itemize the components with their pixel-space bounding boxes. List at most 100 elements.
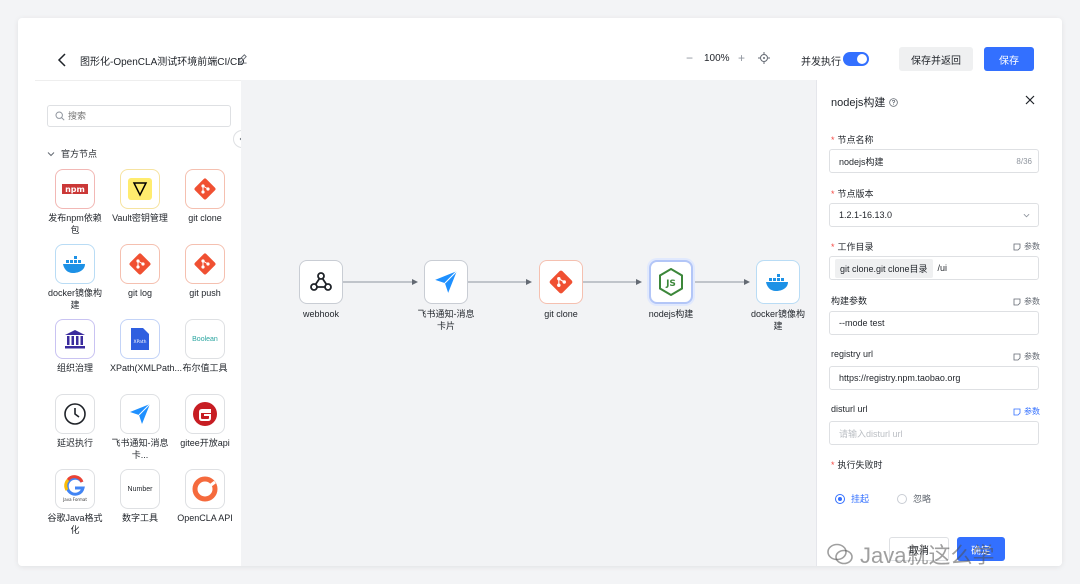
panel-title: nodejs构建 xyxy=(831,94,899,110)
version-select[interactable]: 1.2.1-16.13.0 xyxy=(829,203,1039,227)
panel-title-text: nodejs构建 xyxy=(831,97,886,109)
registry-value: https://registry.npm.taobao.org xyxy=(839,373,961,383)
radio-ignore-label[interactable]: 忽略 xyxy=(913,492,931,505)
tile-label: gitee开放api xyxy=(180,438,230,448)
registry-label: registry url xyxy=(831,349,874,359)
node-tile[interactable]: Number 数字工具 xyxy=(110,469,170,524)
node-tile[interactable]: Boolean 布尔值工具 xyxy=(175,319,235,374)
svg-text:JS: JS xyxy=(665,279,676,289)
zoom-out-button[interactable]: − xyxy=(686,51,693,65)
flow-node-feishu[interactable]: 飞书通知-消息卡片 xyxy=(416,260,476,332)
build-args-input[interactable]: --mode test xyxy=(829,311,1039,335)
search-box[interactable] xyxy=(47,105,231,127)
node-tile[interactable]: npm 发布npm依赖包 xyxy=(45,169,105,236)
flow-node-git-clone[interactable]: git clone xyxy=(531,260,591,320)
node-tile[interactable]: git clone xyxy=(175,169,235,224)
node-tile[interactable]: git push xyxy=(175,244,235,299)
search-icon xyxy=(55,111,65,121)
flow-canvas[interactable]: webhook 飞书通知-消息卡片 git clone JS nodejs构建 … xyxy=(241,80,816,566)
node-tile[interactable]: docker镜像构建 xyxy=(45,244,105,311)
section-official-nodes[interactable]: 官方节点 xyxy=(47,147,97,160)
chevron-down-icon xyxy=(47,151,55,156)
git-icon xyxy=(539,260,583,304)
disturl-param-link[interactable]: 参数 xyxy=(1013,406,1040,417)
disturl-label: disturl url xyxy=(831,404,868,414)
version-label: * 节点版本 xyxy=(831,189,874,199)
node-tile[interactable]: 飞书通知-消息卡... xyxy=(110,394,170,461)
page-title: 图形化-OpenCLA测试环境前端CI/CD xyxy=(80,57,245,68)
number-icon: Number xyxy=(120,469,160,509)
flow-node-webhook[interactable]: webhook xyxy=(291,260,351,320)
edit-pencil-icon[interactable] xyxy=(237,53,248,64)
vault-icon xyxy=(120,169,160,209)
chevron-down-icon xyxy=(1023,213,1030,217)
tile-label: Vault密钥管理 xyxy=(112,213,168,223)
node-tile[interactable]: Java Format 谷歌Java格式化 xyxy=(45,469,105,536)
node-label: git clone xyxy=(544,309,578,319)
node-tile[interactable]: Vault密钥管理 xyxy=(110,169,170,224)
concurrent-toggle[interactable] xyxy=(843,52,869,66)
fail-radio-group: 挂起 忽略 xyxy=(835,492,931,505)
workdir-value: /ui xyxy=(937,263,948,273)
disturl-input[interactable]: 请输入disturl url xyxy=(829,421,1039,445)
gitee-icon xyxy=(185,394,225,434)
zoom-in-button[interactable]: + xyxy=(738,51,745,65)
tile-label: git log xyxy=(127,288,153,298)
registry-input[interactable]: https://registry.npm.taobao.org xyxy=(829,366,1039,390)
docker-icon xyxy=(756,260,800,304)
param-icon xyxy=(1013,298,1021,305)
number-badge-text: Number xyxy=(127,485,153,493)
radio-ignore[interactable] xyxy=(897,493,908,504)
tile-label: OpenCLA API xyxy=(177,513,233,523)
help-icon[interactable] xyxy=(889,97,899,107)
node-library-panel: 官方节点 npm 发布npm依赖包 Vault密钥管理 git clone do… xyxy=(35,80,241,566)
webhook-icon xyxy=(299,260,343,304)
radio-hang-label[interactable]: 挂起 xyxy=(851,492,869,505)
node-tile[interactable]: git log xyxy=(110,244,170,299)
node-tile[interactable]: OpenCLA API xyxy=(175,469,235,524)
watermark: Java就这么学 xyxy=(826,538,994,566)
node-name-input[interactable]: nodejs构建 8/36 xyxy=(829,149,1039,173)
workdir-label: * 工作目录 xyxy=(831,242,874,252)
chevron-left-icon[interactable] xyxy=(56,52,70,68)
radio-hang[interactable] xyxy=(835,493,845,504)
workdir-param-link[interactable]: 参数 xyxy=(1013,241,1040,252)
flow-node-docker[interactable]: docker镜像构建 xyxy=(748,260,808,332)
close-icon[interactable] xyxy=(1025,95,1035,105)
node-config-panel: nodejs构建 * 节点名称 nodejs构建 8/36 * 节点版本 1.2.1… xyxy=(816,80,1062,566)
tile-label: 组织治理 xyxy=(56,363,93,373)
tile-label: 数字工具 xyxy=(121,513,158,523)
param-icon xyxy=(1013,408,1021,415)
workdir-input[interactable]: git clone.git clone目录 /ui xyxy=(829,256,1039,280)
tile-label: 谷歌Java格式化 xyxy=(47,513,103,535)
flow-node-nodejs[interactable]: JS nodejs构建 xyxy=(641,260,701,320)
locate-center-icon[interactable] xyxy=(758,52,770,64)
java-format-badge-text: Java Format xyxy=(62,497,87,502)
ref-chip[interactable]: git clone.git clone目录 xyxy=(835,258,933,278)
save-button[interactable]: 保存 xyxy=(984,47,1034,71)
node-tile[interactable]: 组织治理 xyxy=(45,319,105,374)
build-args-param-link[interactable]: 参数 xyxy=(1013,296,1040,307)
xpath-badge-text: XPath xyxy=(134,339,147,345)
section-title: 官方节点 xyxy=(61,149,98,159)
flow-edges xyxy=(343,279,750,285)
boolean-icon: Boolean xyxy=(185,319,225,359)
node-tile[interactable]: XPath XPath(XMLPath... xyxy=(110,319,182,374)
git-icon xyxy=(185,244,225,284)
git-icon xyxy=(185,169,225,209)
clock-icon xyxy=(55,394,95,434)
search-input[interactable] xyxy=(68,108,218,124)
tile-label: docker镜像构建 xyxy=(47,288,102,310)
node-tile[interactable]: 延迟执行 xyxy=(45,394,105,449)
char-count: 8/36 xyxy=(1016,156,1032,166)
node-tile[interactable]: gitee开放api xyxy=(175,394,235,449)
tile-label: 发布npm依赖包 xyxy=(48,213,102,235)
param-icon xyxy=(1013,353,1021,360)
nodejs-icon: JS xyxy=(649,260,693,304)
registry-param-link[interactable]: 参数 xyxy=(1013,351,1040,362)
build-args-label: 构建参数 xyxy=(831,296,868,306)
save-and-return-button[interactable]: 保存并返回 xyxy=(899,47,973,71)
disturl-placeholder: 请输入disturl url xyxy=(839,428,903,439)
watermark-text: Java就这么学 xyxy=(860,543,995,566)
feishu-icon xyxy=(120,394,160,434)
